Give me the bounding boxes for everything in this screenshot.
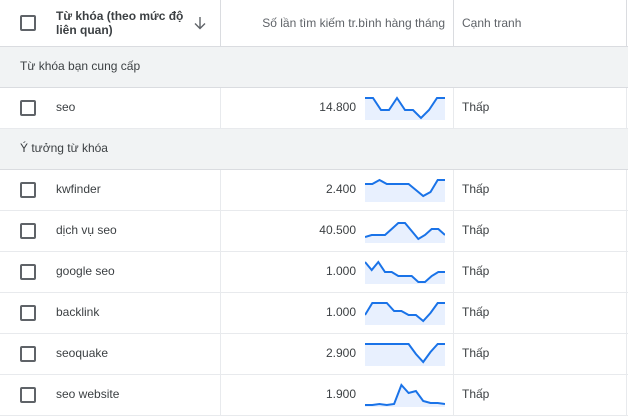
arrow-down-icon[interactable] [193,16,207,30]
keyword-text: backlink [56,305,100,319]
column-divider [220,293,221,333]
table-row[interactable]: kwfinder 2.400 Thấp [0,170,628,211]
row-checkbox[interactable] [20,305,36,321]
row-checkbox[interactable] [20,182,36,198]
keyword-text: seo website [56,387,120,401]
keyword-text: dịch vụ seo [56,223,117,237]
competition-level: Thấp [462,346,490,360]
search-volume: 1.000 [325,305,356,319]
competition-level: Thấp [462,305,490,319]
column-divider [220,211,221,251]
column-divider [626,88,627,128]
sparkline-area [365,344,445,366]
search-volume: 40.500 [319,223,356,237]
row-checkbox[interactable] [20,346,36,362]
trend-sparkline [365,260,445,284]
column-divider [220,334,221,374]
sparkline-area [365,262,445,284]
table-body: Từ khóa bạn cung cấp seo 14.800 Thấp Ý t… [0,47,628,416]
column-divider [626,375,627,415]
group-label: Ý tưởng từ khóa [20,141,108,155]
column-divider [453,375,454,415]
group-label: Từ khóa bạn cung cấp [20,59,141,73]
search-volume: 1.900 [325,387,356,401]
column-divider [220,88,221,128]
trend-sparkline [365,178,445,202]
row-checkbox[interactable] [20,387,36,403]
table-row[interactable]: seo 14.800 Thấp [0,88,628,129]
trend-sparkline [365,222,445,243]
table-row[interactable]: backlink 1.000 Thấp [0,293,628,334]
group-header-row: Từ khóa bạn cung cấp [0,47,628,88]
keyword-text: kwfinder [56,182,101,196]
column-divider [453,211,454,251]
column-divider [453,293,454,333]
column-divider [453,170,454,210]
column-divider [453,252,454,292]
table-row[interactable]: google seo 1.000 Thấp [0,252,628,293]
search-volume: 14.800 [319,100,356,114]
competition-level: Thấp [462,100,490,114]
keyword-column-header[interactable]: Từ khóa (theo mức độ liên quan) [56,9,196,37]
competition-level: Thấp [462,387,490,401]
competition-level: Thấp [462,223,490,237]
trend-sparkline [365,343,445,366]
column-divider [453,0,454,46]
trend-sparkline [365,302,445,325]
row-checkbox[interactable] [20,264,36,280]
column-divider [453,334,454,374]
row-checkbox[interactable] [20,223,36,239]
column-divider [626,252,627,292]
table-row[interactable]: seoquake 2.900 Thấp [0,334,628,375]
column-divider [626,211,627,251]
group-header-row: Ý tưởng từ khóa [0,129,628,170]
trend-sparkline [365,383,445,407]
competition-level: Thấp [462,264,490,278]
column-divider [626,0,627,46]
table-row[interactable]: dịch vụ seo 40.500 Thấp [0,211,628,252]
column-divider [626,170,627,210]
trend-sparkline [365,96,445,120]
column-divider [626,293,627,333]
table-header: Từ khóa (theo mức độ liên quan) Số lần t… [0,0,628,47]
competition-level: Thấp [462,182,490,196]
column-divider [220,0,221,46]
sparkline-area [365,223,445,243]
column-divider [220,252,221,292]
column-divider [220,170,221,210]
keyword-text: seoquake [56,346,109,360]
search-volume: 1.000 [325,264,356,278]
column-divider [626,334,627,374]
search-volume: 2.900 [325,346,356,360]
competition-column-header[interactable]: Cạnh tranh [462,16,521,30]
search-volume: 2.400 [325,182,356,196]
select-all-checkbox[interactable] [20,15,36,31]
keyword-table: Từ khóa (theo mức độ liên quan) Số lần t… [0,0,628,416]
column-divider [453,88,454,128]
row-checkbox[interactable] [20,100,36,116]
column-divider [220,375,221,415]
keyword-text: google seo [56,264,115,278]
volume-column-header[interactable]: Số lần tìm kiếm tr.bình hàng tháng [262,16,445,30]
keyword-text: seo [56,100,76,114]
